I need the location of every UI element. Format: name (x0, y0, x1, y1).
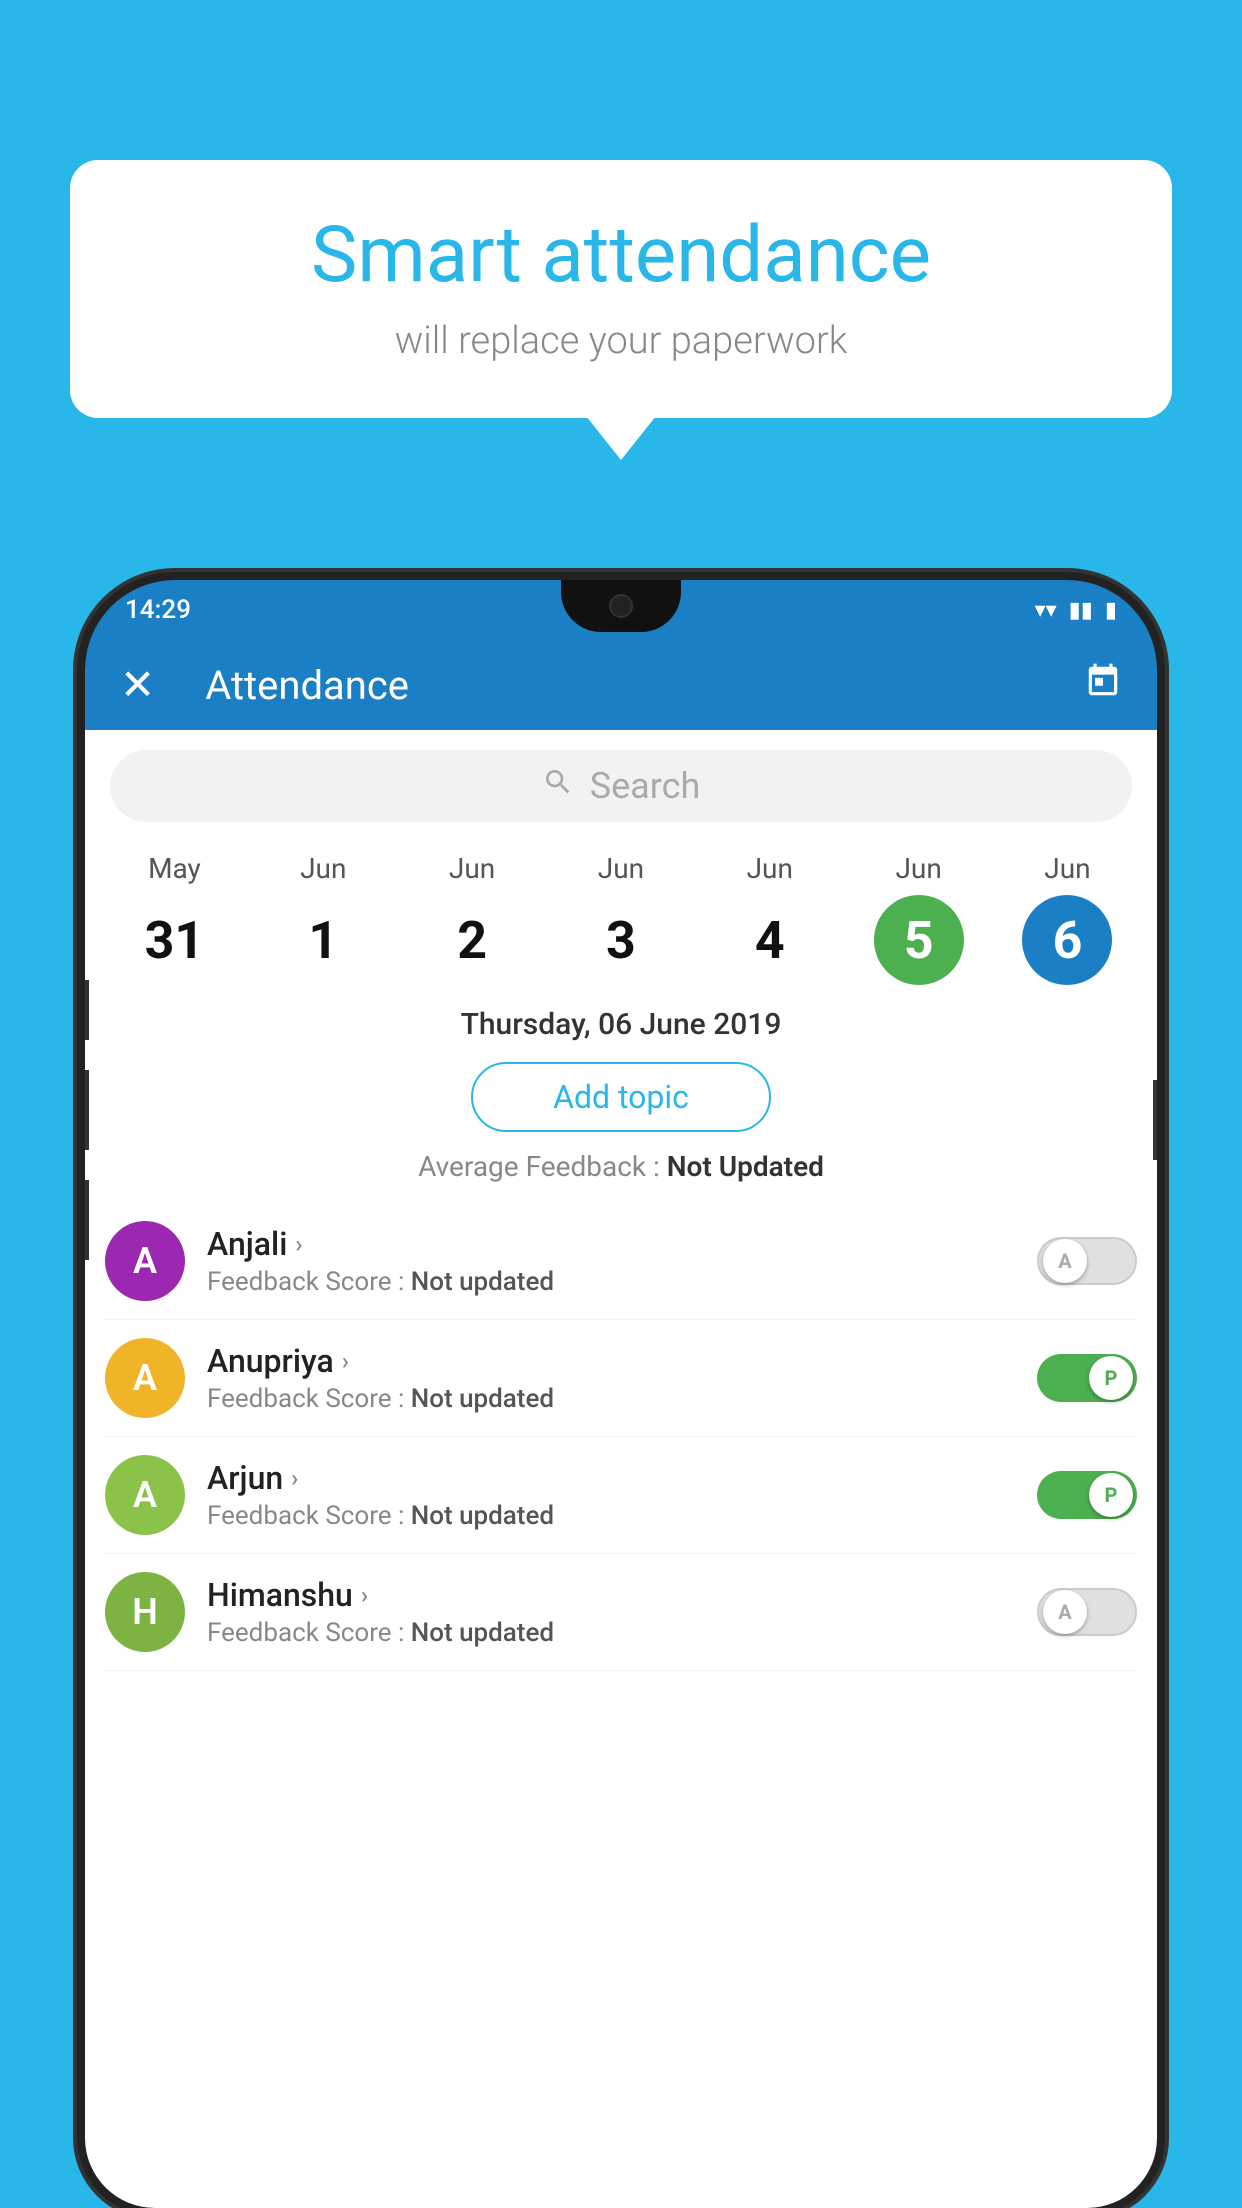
add-topic-button[interactable]: Add topic (471, 1062, 771, 1132)
student-name-himanshu: Himanshu › (207, 1576, 1015, 1614)
student-item-anjali[interactable]: A Anjali › Feedback Score : Not updated … (105, 1203, 1137, 1320)
student-info-himanshu: Himanshu › Feedback Score : Not updated (207, 1576, 1015, 1648)
signal-icon: ▮▮ (1069, 598, 1093, 623)
chevron-icon: › (291, 1464, 298, 1492)
student-score-anupriya: Feedback Score : Not updated (207, 1384, 1015, 1414)
power-button (1153, 1080, 1157, 1160)
cal-day-2[interactable]: Jun 2 (412, 852, 532, 985)
student-name-anupriya: Anupriya › (207, 1342, 1015, 1380)
avg-feedback: Average Feedback : Not Updated (85, 1150, 1157, 1183)
chevron-icon: › (295, 1230, 302, 1258)
cal-day-5[interactable]: Jun 5 (859, 852, 979, 985)
calendar-icon[interactable] (1084, 662, 1122, 709)
student-name-arjun: Arjun › (207, 1459, 1015, 1497)
toggle-himanshu[interactable]: A (1037, 1588, 1137, 1636)
student-info-anjali: Anjali › Feedback Score : Not updated (207, 1225, 1015, 1297)
header-title: Attendance (205, 662, 1054, 709)
toggle-anupriya[interactable]: P (1037, 1354, 1137, 1402)
volume-button-2 (85, 1070, 89, 1150)
chevron-icon: › (361, 1581, 368, 1609)
avatar-arjun: A (105, 1455, 185, 1535)
student-item-anupriya[interactable]: A Anupriya › Feedback Score : Not update… (105, 1320, 1137, 1437)
speech-bubble: Smart attendance will replace your paper… (70, 160, 1172, 418)
search-icon (542, 766, 574, 806)
bubble-title: Smart attendance (130, 210, 1112, 301)
student-item-arjun[interactable]: A Arjun › Feedback Score : Not updated P (105, 1437, 1137, 1554)
cal-day-3[interactable]: Jun 3 (561, 852, 681, 985)
phone-screen: Search May 31 Jun 1 Jun 2 Jun 3 Jun 4 (85, 730, 1157, 2208)
student-score-himanshu: Feedback Score : Not updated (207, 1618, 1015, 1648)
status-time: 14:29 (125, 595, 191, 625)
selected-date-label: Thursday, 06 June 2019 (85, 985, 1157, 1052)
camera (609, 594, 633, 618)
search-placeholder: Search (590, 765, 701, 807)
student-item-himanshu[interactable]: H Himanshu › Feedback Score : Not update… (105, 1554, 1137, 1671)
bubble-subtitle: will replace your paperwork (130, 319, 1112, 363)
close-button[interactable]: ✕ (120, 660, 155, 710)
toggle-arjun[interactable]: P (1037, 1471, 1137, 1519)
status-bar: 14:29 ▾▾ ▮▮ ▮ (85, 580, 1157, 640)
avatar-anupriya: A (105, 1338, 185, 1418)
student-name-anjali: Anjali › (207, 1225, 1015, 1263)
status-icons: ▾▾ ▮▮ ▮ (1035, 598, 1117, 623)
calendar-strip: May 31 Jun 1 Jun 2 Jun 3 Jun 4 Jun 5 (85, 842, 1157, 985)
volume-button-3 (85, 1180, 89, 1260)
student-info-anupriya: Anupriya › Feedback Score : Not updated (207, 1342, 1015, 1414)
cal-day-1[interactable]: Jun 1 (263, 852, 383, 985)
avatar-himanshu: H (105, 1572, 185, 1652)
app-header: ✕ Attendance (85, 640, 1157, 730)
phone-frame: 14:29 ▾▾ ▮▮ ▮ ✕ Attendance Search (85, 580, 1157, 2208)
phone-notch (561, 580, 681, 632)
volume-button-1 (85, 980, 89, 1040)
student-score-arjun: Feedback Score : Not updated (207, 1501, 1015, 1531)
chevron-icon: › (342, 1347, 349, 1375)
student-score-anjali: Feedback Score : Not updated (207, 1267, 1015, 1297)
cal-day-6[interactable]: Jun 6 (1007, 852, 1127, 985)
student-list: A Anjali › Feedback Score : Not updated … (85, 1203, 1157, 1671)
cal-day-4[interactable]: Jun 4 (710, 852, 830, 985)
student-info-arjun: Arjun › Feedback Score : Not updated (207, 1459, 1015, 1531)
battery-icon: ▮ (1105, 598, 1117, 623)
cal-day-0[interactable]: May 31 (114, 852, 234, 985)
toggle-anjali[interactable]: A (1037, 1237, 1137, 1285)
search-bar[interactable]: Search (110, 750, 1132, 822)
wifi-icon: ▾▾ (1035, 598, 1057, 623)
avatar-anjali: A (105, 1221, 185, 1301)
